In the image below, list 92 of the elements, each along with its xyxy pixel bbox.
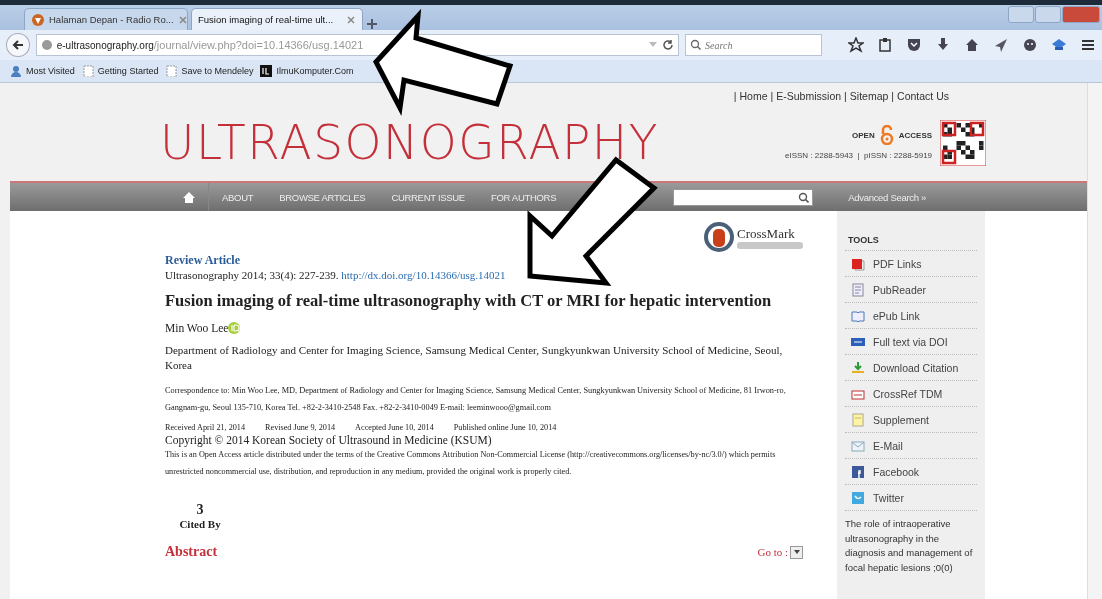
tool-link[interactable]: PubReader	[845, 276, 977, 302]
mail-icon	[851, 438, 865, 453]
separator: |	[733, 90, 737, 104]
date-text: Revised June 9, 2014	[265, 423, 336, 432]
cited-by-label[interactable]: Cited By	[165, 518, 235, 530]
browser-tab[interactable]: Fusion imaging of real-time ult...	[191, 8, 363, 30]
author-name[interactable]: Min Woo Lee	[165, 322, 229, 334]
person-icon	[10, 65, 22, 77]
open-access-label: OPEN	[852, 130, 875, 140]
article-title: Fusion imaging of real-time ultrasonography with CT or MRI for hepatic intervention	[165, 291, 773, 310]
bookmark-link[interactable]: Getting Started	[81, 65, 159, 77]
tool-link[interactable]: PDF Links	[845, 250, 977, 276]
tool-link[interactable]: ePub Link	[845, 302, 977, 328]
note-icon	[851, 412, 865, 427]
close-icon[interactable]	[346, 14, 356, 25]
pocket-icon[interactable]	[906, 37, 922, 53]
page-icon	[165, 65, 178, 77]
tool-link[interactable]: Full text via DOI	[845, 328, 977, 354]
sidebar-heading: TOOLS	[848, 235, 880, 245]
search-field[interactable]: Search	[685, 34, 822, 56]
document-icon	[851, 282, 865, 297]
pdf-icon	[851, 256, 865, 271]
search-icon	[690, 39, 701, 50]
tab-title: Fusion imaging of real-time ult...	[198, 14, 335, 25]
header-link[interactable]: E-Submission	[776, 90, 842, 104]
home-icon[interactable]	[964, 37, 980, 53]
journal-logo[interactable]: ULTRASONOGRAPHY	[160, 114, 660, 171]
goto-label: Go to :	[757, 546, 788, 558]
header-link[interactable]: Contact Us	[897, 90, 949, 104]
copyright-text: Copyright © 2014 Korean Society of Ultrasound in Medicine (KSUM)	[165, 434, 493, 446]
book-icon	[851, 308, 865, 323]
nav-menu-item[interactable]: FOR AUTHORS	[477, 191, 570, 203]
back-button[interactable]	[6, 33, 30, 57]
page-icon	[81, 65, 94, 77]
tab-title: Halaman Depan - Radio Ro...	[49, 14, 174, 25]
square-logo-icon	[260, 65, 273, 77]
correspondence-text: Correspondence to: Min Woo Lee, MD, Department of Radiology and Center for Imaging Science, Samsung Medical Center, Sungkyunkwan University School of Medicine, 81 Irwon-ro, Gangnam-gu, Seoul 135-710, Korea Tel. +82-2-3410-2548 Fax. +82-2-3410-0049 E-mail: leeminwooo@gmail.com	[165, 385, 787, 414]
cited-by-count[interactable]: 3	[165, 502, 235, 518]
open-access-label: ACCESS	[898, 130, 933, 140]
tool-link[interactable]: CrossRef TDM	[845, 380, 977, 406]
date-text: Published online June 10, 2014	[453, 423, 557, 432]
menu-icon[interactable]	[1080, 37, 1096, 53]
license-text: This is an Open Access article distributed under the terms of the Creative Commons Attribution Non-Commercial License (http://creativecommons.org/licenses/by-nc/3.0/) which permits unrestricted noncommercial use, distribution, and reproduction in any medium, provided the original work is properly cited.	[165, 449, 777, 478]
search-icon	[798, 191, 810, 203]
section-heading: Abstract	[165, 544, 218, 560]
affiliation-text: Department of Radiology and Center for Imaging Science, Samsung Medical Center, Sungkyunkwan University School of Medicine, Seoul, Korea	[165, 343, 784, 373]
caret-icon	[792, 548, 801, 556]
address-bar[interactable]: e-ultrasonography.org/journal/view.php?doi=10.14366/usg.14021	[35, 34, 679, 56]
clipboard-icon[interactable]	[877, 37, 893, 53]
download-icon	[851, 360, 865, 375]
graduation-cap-icon[interactable]	[1051, 37, 1067, 53]
bookmark-link[interactable]: IlmuKomputer.Com	[260, 65, 354, 77]
tool-link[interactable]: Twitter	[845, 484, 977, 510]
plus-icon[interactable]	[366, 18, 378, 30]
crossmark-badge[interactable]: CrossMark	[703, 221, 803, 253]
twitter-icon	[851, 490, 865, 505]
tool-link[interactable]: Facebook	[845, 458, 977, 484]
goto-dropdown[interactable]	[790, 545, 803, 559]
date-text: Received April 21, 2014	[165, 423, 246, 432]
radio-logo-icon	[31, 12, 45, 27]
crossmark-icon	[703, 221, 735, 253]
home-icon	[183, 191, 195, 203]
tool-link[interactable]: Download Citation	[845, 354, 977, 380]
article-type: Review Article	[165, 253, 240, 268]
back-arrow-icon	[11, 39, 24, 51]
issn-text: eISSN : 2288-5943 | pISSN : 2288-5919	[785, 151, 933, 160]
smiley-icon[interactable]	[1022, 37, 1038, 53]
bookmark-link[interactable]: Most Visited	[10, 65, 75, 77]
star-icon[interactable]	[848, 37, 864, 53]
citation-text: Ultrasonography 2014; 33(4): 227-239. http://dx.doi.org/10.14366/usg.14021	[165, 269, 506, 281]
browser-tab[interactable]: Halaman Depan - Radio Ro...	[24, 8, 188, 30]
related-article-link[interactable]: The role of intraoperative ultrasonography in the diagnosis and management of focal hepatic lesions ;0(0)	[845, 510, 977, 575]
facebook-icon	[851, 464, 865, 479]
nav-menu-item[interactable]: CURRENT ISSUE	[378, 191, 478, 203]
separator: |	[844, 90, 847, 104]
url-text: e-ultrasonography.org/journal/view.php?doi=10.14366/usg.14021	[56, 39, 364, 51]
bookmark-link[interactable]: Save to Mendeley	[165, 65, 254, 77]
globe-icon	[40, 39, 53, 51]
tool-link[interactable]: Supplement	[845, 406, 977, 432]
advanced-search-link[interactable]: Advanced Search »	[835, 191, 940, 203]
tool-link[interactable]: E-Mail	[845, 432, 977, 458]
header-link[interactable]: Sitemap	[849, 90, 889, 104]
separator: |	[891, 90, 895, 104]
qr-code-icon	[940, 119, 987, 166]
separator: |	[770, 90, 774, 104]
header-link[interactable]: Home	[739, 90, 768, 104]
date-text: Accepted June 10, 2014	[355, 423, 434, 432]
site-search-field[interactable]	[673, 188, 814, 206]
doi-link[interactable]: http://dx.doi.org/10.14366/usg.14021	[341, 269, 506, 281]
reload-icon[interactable]	[662, 39, 674, 51]
send-icon[interactable]	[993, 37, 1009, 53]
orcid-icon	[228, 322, 241, 334]
